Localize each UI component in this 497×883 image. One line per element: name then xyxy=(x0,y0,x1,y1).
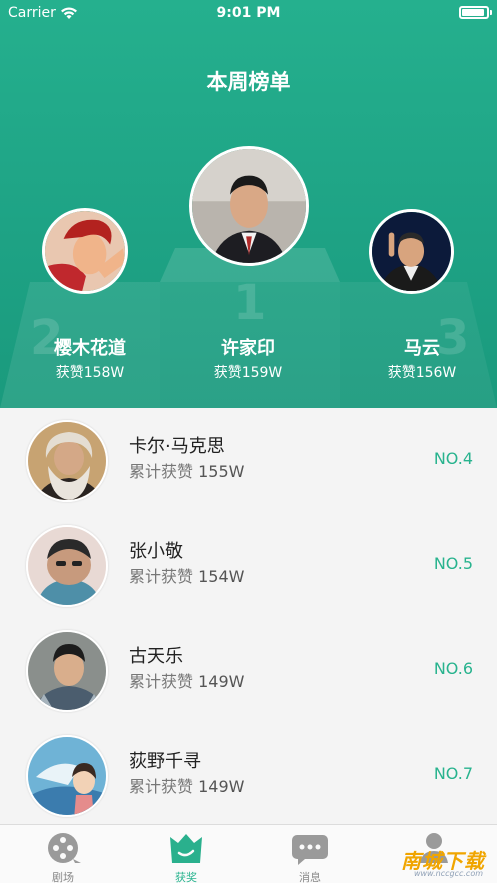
list-item[interactable]: 张小敬 累计获赞 154W NO.5 xyxy=(0,513,497,618)
user-like-count: 累计获赞 149W xyxy=(129,773,244,797)
rank-label: NO.4 xyxy=(433,449,473,468)
leaderboard-hero: Carrier 9:01 PM 本周榜单 2 1 3 许家印 获赞159W 樱木… xyxy=(0,0,497,408)
podium: 2 1 3 许家印 获赞159W 樱木花道 获赞158W 马云 获赞156W xyxy=(0,0,497,408)
tab-messages[interactable]: 消息 xyxy=(260,829,360,883)
user-name: 卡尔·马克思 xyxy=(129,436,225,457)
watermark-url: www.nccgcc.com xyxy=(413,869,483,878)
tab-theater[interactable]: 剧场 xyxy=(13,829,113,883)
user-name: 古天乐 xyxy=(129,646,183,667)
first-place-name: 许家印 xyxy=(221,338,275,359)
user-avatar xyxy=(26,525,108,607)
like-value: 149W xyxy=(198,777,245,796)
rank-label: NO.5 xyxy=(433,554,473,573)
user-avatar xyxy=(26,630,108,712)
like-value: 154W xyxy=(198,567,245,586)
like-label: 累计获赞 xyxy=(129,672,194,691)
like-label: 累计获赞 xyxy=(129,567,194,586)
rank-label: NO.7 xyxy=(433,764,473,783)
third-place-likes: 获赞156W xyxy=(387,365,457,381)
user-avatar xyxy=(26,735,108,817)
second-place-likes: 获赞158W xyxy=(55,365,125,381)
user-avatar xyxy=(26,420,108,502)
like-label: 累计获赞 xyxy=(129,462,194,481)
list-item[interactable]: 荻野千寻 累计获赞 149W NO.7 xyxy=(0,723,497,828)
user-like-count: 累计获赞 149W xyxy=(129,668,244,692)
user-like-count: 累计获赞 154W xyxy=(129,563,244,587)
like-value: 149W xyxy=(198,672,245,691)
like-label: 累计获赞 xyxy=(129,777,194,796)
third-place-avatar[interactable] xyxy=(369,209,454,294)
avatar-image xyxy=(372,212,451,291)
second-place-avatar[interactable] xyxy=(42,208,128,294)
like-value: 155W xyxy=(198,462,245,481)
tab-awards[interactable]: 获奖 xyxy=(136,829,236,883)
list-item[interactable]: 古天乐 累计获赞 149W NO.6 xyxy=(0,618,497,723)
avatar-image xyxy=(45,211,125,291)
ranking-list: 卡尔·马克思 累计获赞 155W NO.4 张小敬 累计获赞 154W NO.5 xyxy=(0,408,497,824)
first-place-avatar[interactable] xyxy=(189,146,309,266)
user-like-count: 累计获赞 155W xyxy=(129,458,244,482)
chat-bubble-icon xyxy=(292,835,328,865)
third-place-name: 马云 xyxy=(404,338,440,359)
user-name: 荻野千寻 xyxy=(129,751,201,772)
tab-label: 获奖 xyxy=(175,871,197,883)
tab-bar: 剧场 获奖 消息 南城下载 www.nccgcc.com xyxy=(0,824,497,883)
second-place-name: 樱木花道 xyxy=(54,338,126,359)
watermark-logo: 南城下载 www.nccgcc.com xyxy=(369,845,489,883)
user-name: 张小敬 xyxy=(129,541,183,562)
film-reel-icon xyxy=(48,833,81,863)
avatar-image xyxy=(192,149,306,263)
rank-label: NO.6 xyxy=(433,659,473,678)
first-place-likes: 获赞159W xyxy=(213,365,283,381)
tab-label: 消息 xyxy=(299,871,321,883)
crown-trophy-icon xyxy=(170,834,202,863)
podium-rank-1: 1 xyxy=(233,275,267,331)
tab-label: 剧场 xyxy=(52,871,74,883)
list-item[interactable]: 卡尔·马克思 累计获赞 155W NO.4 xyxy=(0,408,497,513)
